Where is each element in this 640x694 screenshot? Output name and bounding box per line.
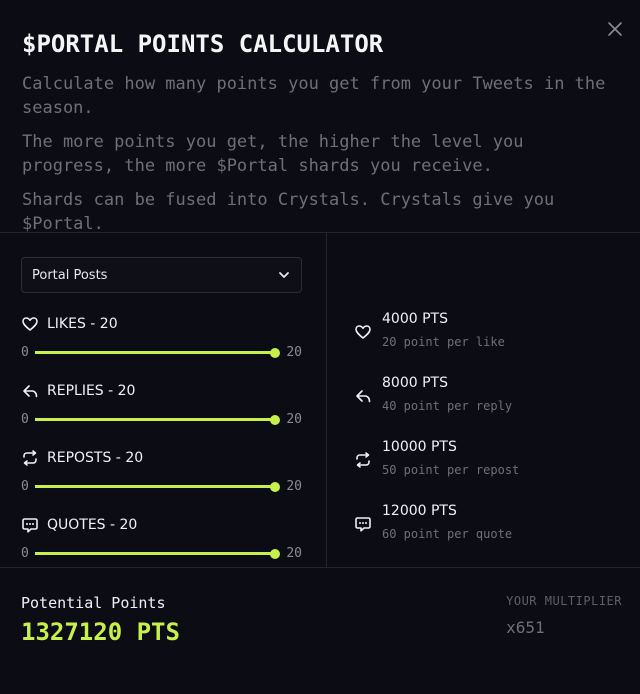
likes-result: 4000 PTS 20 point per like	[354, 311, 640, 353]
quotes-slider-thumb[interactable]	[270, 548, 281, 559]
quotes-rate: 60 point per quote	[382, 527, 513, 541]
replies-rate: 40 point per reply	[382, 399, 513, 413]
modal-title: $PORTAL POINTS CALCULATOR	[22, 30, 384, 58]
calculator-body: Portal Posts LIKES - 20 0 20 REPLIES - 2…	[0, 233, 640, 567]
quotes-slider[interactable]	[34, 548, 281, 559]
summary-footer: Potential Points 1327120 PTS YOUR MULTIP…	[0, 568, 640, 694]
replies-min: 0	[21, 412, 29, 427]
quotes-min: 0	[21, 546, 29, 561]
reposts-min: 0	[21, 479, 29, 494]
reposts-result: 10000 PTS 50 point per repost	[354, 439, 640, 481]
potential-points-value: 1327120 PTS	[21, 618, 180, 646]
chevron-down-icon	[279, 272, 289, 278]
reposts-points: 10000 PTS	[382, 439, 457, 455]
reposts-slider-thumb[interactable]	[270, 481, 281, 492]
inputs-panel: Portal Posts LIKES - 20 0 20 REPLIES - 2…	[0, 233, 327, 567]
reposts-max: 20	[286, 479, 302, 494]
likes-max: 20	[286, 345, 302, 360]
replies-slider-thumb[interactable]	[270, 414, 281, 425]
likes-rate: 20 point per like	[382, 335, 505, 349]
reposts-slider[interactable]	[34, 481, 281, 492]
quotes-result: 12000 PTS 60 point per quote	[354, 503, 640, 545]
replies-metric: REPLIES - 20 0 20	[21, 382, 302, 427]
quotes-label: QUOTES - 20	[47, 517, 138, 533]
multiplier-label: YOUR MULTIPLIER	[506, 594, 622, 608]
description-1: Calculate how many points you get from y…	[22, 74, 606, 118]
replies-result: 8000 PTS 40 point per reply	[354, 375, 640, 417]
reply-icon	[356, 390, 371, 403]
likes-min: 0	[21, 345, 29, 360]
likes-slider-thumb[interactable]	[270, 347, 281, 358]
replies-max: 20	[286, 412, 302, 427]
potential-points-label: Potential Points	[21, 594, 166, 612]
quotes-points: 12000 PTS	[382, 503, 457, 519]
likes-slider[interactable]	[34, 347, 281, 358]
quotes-metric: QUOTES - 20 0 20	[21, 516, 302, 561]
likes-label: LIKES - 20	[47, 316, 118, 332]
reposts-label: REPOSTS - 20	[47, 450, 144, 466]
results-panel: 4000 PTS 20 point per like 8000 PTS 40 p…	[327, 233, 640, 567]
repost-icon	[23, 450, 37, 466]
repost-icon	[356, 452, 370, 468]
calculator-modal: $PORTAL POINTS CALCULATOR Calculate how …	[0, 0, 640, 693]
post-type-select-value: Portal Posts	[32, 267, 108, 283]
quote-icon	[355, 517, 371, 532]
likes-points: 4000 PTS	[382, 311, 448, 327]
quote-icon	[22, 518, 38, 533]
likes-metric: LIKES - 20 0 20	[21, 315, 302, 360]
description-3: Shards can be fused into Crystals. Cryst…	[22, 190, 555, 234]
reposts-rate: 50 point per repost	[382, 463, 520, 477]
quotes-max: 20	[286, 546, 302, 561]
reply-icon	[23, 385, 38, 398]
close-icon[interactable]	[606, 20, 624, 38]
multiplier-value: x651	[506, 618, 545, 637]
modal-header: $PORTAL POINTS CALCULATOR Calculate how …	[0, 0, 640, 234]
replies-points: 8000 PTS	[382, 375, 448, 391]
replies-label: REPLIES - 20	[47, 383, 136, 399]
description-2: The more points you get, the higher the …	[22, 132, 524, 176]
heart-icon	[22, 317, 38, 331]
heart-icon	[355, 325, 371, 339]
post-type-select[interactable]: Portal Posts	[21, 257, 302, 293]
multiplier-block: YOUR MULTIPLIER x651	[506, 594, 622, 694]
replies-slider[interactable]	[34, 414, 281, 425]
reposts-metric: REPOSTS - 20 0 20	[21, 449, 302, 494]
